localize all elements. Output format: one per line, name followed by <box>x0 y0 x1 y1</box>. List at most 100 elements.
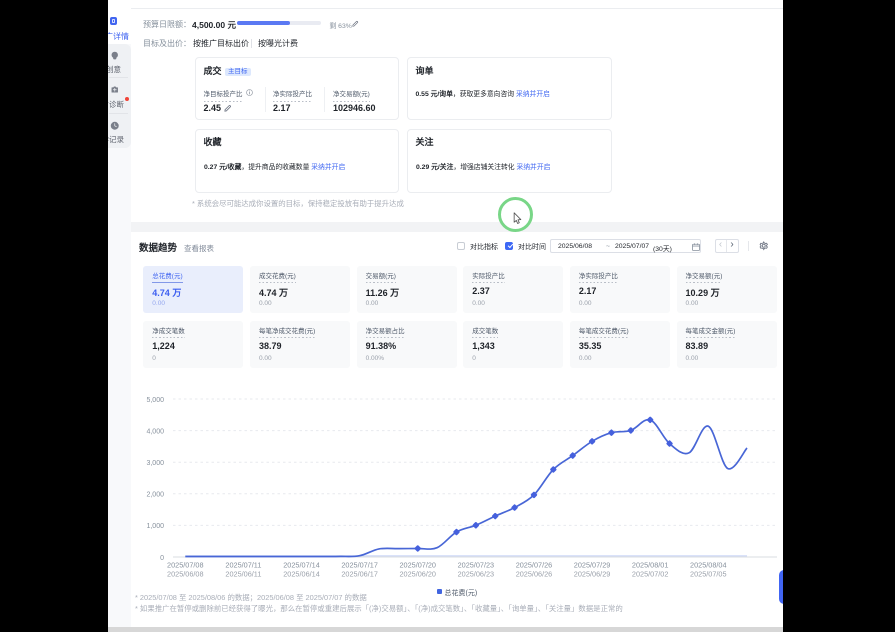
favorite-price: 0.27 元/收藏 <box>204 164 241 171</box>
metric-label: 每笔成交花费(元) <box>579 328 629 338</box>
black-mask-right <box>783 0 895 632</box>
x-tick-label-compare: 2025/07/05 <box>690 569 727 578</box>
x-tick-label-current: 2025/07/29 <box>574 560 611 569</box>
info-icon[interactable] <box>246 89 253 96</box>
budget-label: 预算日限额： <box>143 19 191 30</box>
metric-subvalue: 0.00% <box>366 355 384 362</box>
follow-adopt-link[interactable]: 采纳并开启 <box>516 164 550 171</box>
metric-card-11[interactable]: 每笔成交金额(元)83.890.00 <box>677 321 777 368</box>
metric-subvalue: 0.00 <box>366 300 379 307</box>
metric-card-6[interactable]: 净成交笔数1,2240 <box>143 321 243 368</box>
gear-icon[interactable] <box>759 241 769 251</box>
goal-card-inquiry: 询单 0.55 元/询单，获取更多意向咨询 采纳并开启 <box>407 57 612 120</box>
metric-card-3[interactable]: 实际投产比2.370.00 <box>463 266 563 313</box>
metric-value: 4.74 万 <box>152 286 181 299</box>
x-tick-label-current: 2025/07/20 <box>399 560 436 569</box>
goal-option-by-impression[interactable]: 按曝光计费 <box>258 38 298 49</box>
compare-time-label: 对比时间 <box>518 242 546 252</box>
metric-value: 4.74 万 <box>259 286 288 299</box>
legend-label[interactable]: 总花费(元) <box>445 588 478 598</box>
data-point-marker <box>492 512 499 519</box>
goal-card-deal: 成交 主目标 净目标投产比 2.45 净实际投产比 2.17 净交易额(元) 1… <box>195 57 399 120</box>
metric-subvalue: 0.00 <box>152 300 165 307</box>
creative-icon[interactable] <box>110 51 120 61</box>
metric-value: 1,224 <box>152 341 175 351</box>
edit-roi-pencil-icon[interactable] <box>224 104 232 112</box>
chevron-right-icon: › <box>730 239 733 250</box>
x-tick-label-compare: 2025/06/08 <box>167 569 204 578</box>
metric-card-10[interactable]: 每笔成交花费(元)35.350.00 <box>570 321 670 368</box>
x-tick-label-current: 2025/08/04 <box>690 560 727 569</box>
inquiry-card-title: 询单 <box>416 64 434 77</box>
compare-time-checkbox[interactable] <box>505 242 513 250</box>
diagnosis-icon[interactable] <box>110 85 120 95</box>
sidebar-divider-2 <box>109 113 128 114</box>
deal-metric-divider-1 <box>265 87 266 112</box>
promo-detail-icon[interactable] <box>110 17 118 25</box>
x-tick-label-current: 2025/07/14 <box>283 560 320 569</box>
x-tick-label-current: 2025/07/23 <box>458 560 495 569</box>
prev-period-button[interactable]: ‹ <box>716 240 727 253</box>
chart-footnote-2: * 如果推广在暂停或删除前已经获得了曝光，那么在暂停或重建后展示「(净)交易额」… <box>135 603 623 614</box>
trend-title: 数据趋势 <box>139 240 177 254</box>
history-icon[interactable] <box>110 121 120 131</box>
inquiry-adopt-link[interactable]: 采纳并开启 <box>516 91 550 98</box>
top-divider <box>131 8 783 9</box>
y-tick-label: 3,000 <box>146 460 164 467</box>
deal-metric-1-value: 2.45 <box>204 103 222 113</box>
goal-option-by-target[interactable]: 按推广目标出价 <box>193 38 249 49</box>
metric-card-2[interactable]: 交易额(元)11.26 万0.00 <box>357 266 457 313</box>
deal-metric-2: 净实际投产比 2.17 <box>273 88 323 114</box>
deal-metric-3: 净交易额(元) 102946.60 <box>333 88 393 114</box>
follow-price: 0.29 元/关注 <box>416 164 453 171</box>
metric-card-7[interactable]: 每笔净成交花费(元)38.790.00 <box>250 321 350 368</box>
favorite-adopt-link[interactable]: 采纳并开启 <box>311 164 345 171</box>
data-point-marker <box>608 429 615 436</box>
date-range-end[interactable]: 2025/07/07 <box>615 243 649 250</box>
goal-cards-footnote: * 系统会尽可能达成你设置的目标，保持稳定投放有助于提升达成 <box>192 198 404 209</box>
budget-edit-pencil-icon[interactable] <box>352 20 359 27</box>
metric-label: 净成交笔数 <box>152 328 185 338</box>
deal-metric-1-label: 净目标投产比 <box>204 91 243 102</box>
metric-card-4[interactable]: 净实际投产比2.170.00 <box>570 266 670 313</box>
calendar-icon <box>692 243 700 251</box>
chevron-left-icon: ‹ <box>719 239 722 250</box>
y-tick-label: 1,000 <box>146 523 164 530</box>
y-tick-label: 0 <box>160 555 164 562</box>
window-bottom-edge <box>108 627 783 632</box>
x-tick-label-current: 2025/07/26 <box>516 560 553 569</box>
metric-label: 成交花费(元) <box>259 273 296 283</box>
metric-value: 1,343 <box>472 341 495 351</box>
metric-label: 净实际投产比 <box>579 273 618 283</box>
metric-card-5[interactable]: 净交易额(元)10.29 万0.00 <box>677 266 777 313</box>
trend-line-chart[interactable]: 01,0002,0003,0004,0005,0002025/07/082025… <box>131 380 783 585</box>
view-report-link[interactable]: 查看报表 <box>184 243 214 254</box>
deal-metric-2-label: 净实际投产比 <box>273 91 312 102</box>
metric-card-0[interactable]: 总花费(元)4.74 万0.00 <box>143 266 243 313</box>
next-period-button[interactable]: › <box>727 240 738 253</box>
metric-card-1[interactable]: 成交花费(元)4.74 万0.00 <box>250 266 350 313</box>
budget-progress-track <box>237 21 321 25</box>
deal-metric-2-value: 2.17 <box>273 103 291 113</box>
data-point-marker <box>627 427 634 434</box>
compare-metric-checkbox[interactable] <box>457 242 465 250</box>
metric-subvalue: 0.00 <box>686 300 699 307</box>
metric-subvalue: 0.00 <box>579 355 592 362</box>
metric-subvalue: 0.00 <box>259 355 272 362</box>
date-range-start[interactable]: 2025/06/08 <box>558 243 592 250</box>
deal-metric-divider-2 <box>324 87 325 112</box>
metric-subvalue: 0.00 <box>686 355 699 362</box>
x-tick-label-compare: 2025/06/23 <box>458 569 495 578</box>
metric-label: 成交笔数 <box>472 328 498 338</box>
date-range-picker[interactable]: 2025/06/08 ~ 2025/07/07 (30天) <box>550 239 701 254</box>
y-tick-label: 2,000 <box>146 492 164 499</box>
y-tick-label: 5,000 <box>146 397 164 404</box>
black-mask-left <box>0 0 108 632</box>
metric-label: 实际投产比 <box>472 273 505 283</box>
legend-swatch <box>437 589 442 594</box>
data-point-marker <box>414 545 421 552</box>
metric-card-8[interactable]: 净交易额占比91.38%0.00% <box>357 321 457 368</box>
metric-label: 每笔成交金额(元) <box>686 328 736 338</box>
metric-label: 净交易额占比 <box>366 328 405 338</box>
metric-card-9[interactable]: 成交笔数1,3430 <box>463 321 563 368</box>
